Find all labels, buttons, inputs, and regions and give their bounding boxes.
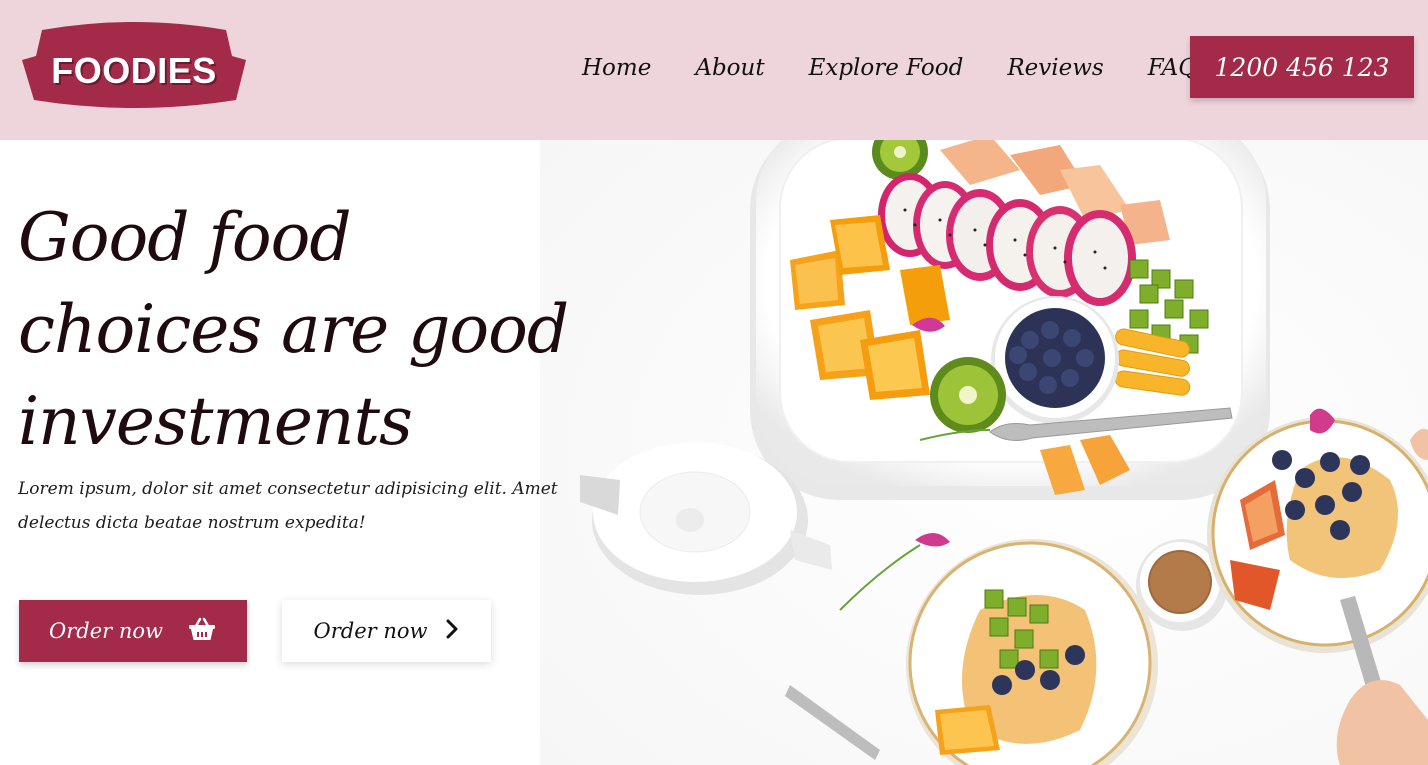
nav-link-home[interactable]: Home xyxy=(582,55,651,81)
basket-icon xyxy=(187,616,217,647)
order-now-label: Order now xyxy=(49,619,163,643)
hero-headline: Good food choices are good investments xyxy=(18,199,569,460)
brand-logo[interactable]: FOODIES xyxy=(20,20,248,114)
hero-description: Lorem ipsum, dolor sit amet consectetur … xyxy=(18,479,558,533)
nav-link-explore-food[interactable]: Explore Food xyxy=(809,55,964,81)
food-illustration xyxy=(540,140,1428,765)
nav-link-reviews[interactable]: Reviews xyxy=(1007,55,1103,81)
hero-food-image xyxy=(540,140,1428,765)
main-nav: Home About Explore Food Reviews FAQ xyxy=(560,48,1219,88)
order-now-button-secondary[interactable]: Order now xyxy=(282,600,491,662)
logo-text: FOODIES xyxy=(51,50,217,91)
phone-button[interactable]: 1200 456 123 xyxy=(1190,36,1414,98)
chevron-right-icon xyxy=(445,619,459,644)
order-now-button-primary[interactable]: Order now xyxy=(19,600,247,662)
order-now-label: Order now xyxy=(313,619,428,643)
site-header: FOODIES Home About Explore Food Reviews … xyxy=(0,0,1428,140)
nav-link-about[interactable]: About xyxy=(695,55,764,81)
